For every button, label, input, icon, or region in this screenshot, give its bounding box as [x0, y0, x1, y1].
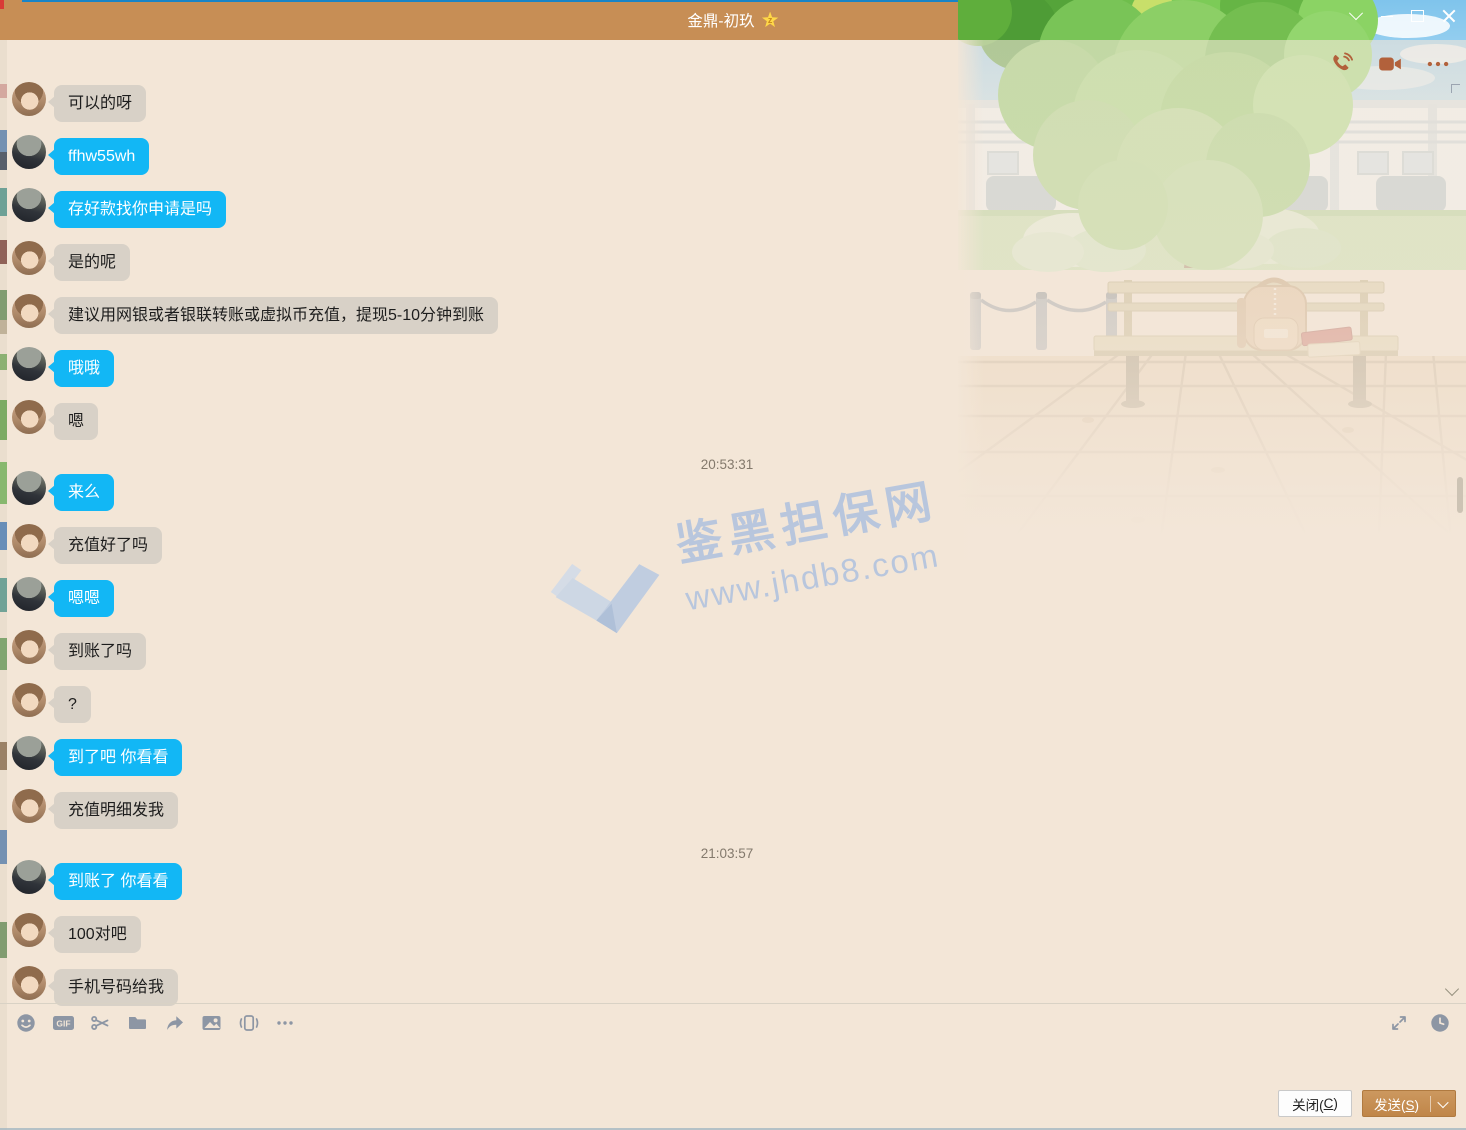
window-behind-corner: [0, 0, 4, 9]
message-bubble[interactable]: 存好款找你申请是吗: [54, 191, 226, 228]
panel-collapse-icon[interactable]: [1451, 84, 1460, 93]
window-controls: [1340, 2, 1464, 30]
message-bubble[interactable]: 嗯: [54, 403, 98, 440]
emoji-icon[interactable]: [14, 1011, 38, 1035]
message-row: 嗯嗯: [12, 580, 1442, 617]
message-row: 是的呢: [12, 244, 1442, 281]
message-row: 建议用网银或者银联转账或虚拟币充值，提现5-10分钟到账: [12, 297, 1442, 334]
window-title: 金鼎-初玖: [687, 9, 754, 31]
message-bubble[interactable]: 是的呢: [54, 244, 130, 281]
message-bubble[interactable]: 手机号码给我: [54, 969, 178, 1006]
scrollbar-thumb[interactable]: [1457, 477, 1463, 513]
chat-history-clock-icon[interactable]: [1428, 1011, 1452, 1035]
message-row: ?: [12, 686, 1442, 723]
send-label-suffix: ): [1415, 1098, 1420, 1113]
message-bubble[interactable]: 100对吧: [54, 916, 141, 953]
send-options-chevron[interactable]: [1431, 1100, 1455, 1108]
message-row: 可以的呀: [12, 85, 1442, 122]
message-row: 存好款找你申请是吗: [12, 191, 1442, 228]
avatar-female[interactable]: [12, 630, 46, 664]
input-toolbar: GIF: [0, 1006, 1466, 1040]
avatar-female[interactable]: [12, 789, 46, 823]
close-chat-button[interactable]: 关闭(C): [1278, 1090, 1352, 1117]
close-label-suffix: ): [1333, 1096, 1338, 1111]
collapse-chevron-button[interactable]: [1340, 2, 1371, 30]
image-icon[interactable]: [199, 1011, 223, 1035]
video-call-icon[interactable]: [1376, 50, 1404, 78]
forward-icon[interactable]: [162, 1011, 186, 1035]
close-button[interactable]: [1433, 2, 1464, 30]
message-row: 嗯: [12, 403, 1442, 440]
message-bubble[interactable]: 到账了吗: [54, 633, 146, 670]
more-icon[interactable]: [273, 1011, 297, 1035]
message-bubble[interactable]: 到了吧 你看看: [54, 739, 182, 776]
message-bubble[interactable]: 嗯嗯: [54, 580, 114, 617]
vip-star-icon: z: [762, 12, 779, 29]
more-actions-icon[interactable]: [1424, 50, 1452, 78]
window-behind-edge: [22, 0, 958, 2]
message-row: 充值好了吗: [12, 527, 1442, 564]
avatar-male[interactable]: [12, 135, 46, 169]
message-bubble[interactable]: ?: [54, 686, 91, 723]
timestamp: 20:53:31: [12, 456, 1442, 474]
scroll-down-icon[interactable]: [1445, 982, 1459, 996]
avatar-female[interactable]: [12, 966, 46, 1000]
message-row: 哦哦: [12, 350, 1442, 387]
message-row: 充值明细发我: [12, 792, 1442, 829]
message-bubble[interactable]: 可以的呀: [54, 85, 146, 122]
message-bubble[interactable]: 充值明细发我: [54, 792, 178, 829]
send-label: 发送(: [1374, 1098, 1406, 1113]
message-row: 到了吧 你看看: [12, 739, 1442, 776]
message-bubble[interactable]: 来么: [54, 474, 114, 511]
message-row: ffhw55wh: [12, 138, 1442, 175]
message-list: 可以的呀 ffhw55wh 存好款找你申请是吗 是的呢 建议用网银或者银联转账或…: [12, 85, 1442, 1022]
avatar-female[interactable]: [12, 241, 46, 275]
send-hotkey: S: [1405, 1098, 1414, 1113]
message-row: 到账了吗: [12, 633, 1442, 670]
chat-header-actions: [1328, 50, 1452, 78]
message-bubble[interactable]: 到账了 你看看: [54, 863, 182, 900]
avatar-male[interactable]: [12, 736, 46, 770]
avatar-male[interactable]: [12, 577, 46, 611]
maximize-button[interactable]: [1402, 2, 1433, 30]
message-bubble[interactable]: 哦哦: [54, 350, 114, 387]
message-bubble[interactable]: 充值好了吗: [54, 527, 162, 564]
file-folder-icon[interactable]: [125, 1011, 149, 1035]
close-label: 关闭(: [1292, 1094, 1324, 1114]
avatar-female[interactable]: [12, 913, 46, 947]
avatar-male[interactable]: [12, 188, 46, 222]
avatar-male[interactable]: [12, 347, 46, 381]
window-behind-sliver: [0, 2, 7, 1130]
close-hotkey: C: [1324, 1096, 1334, 1111]
timestamp: 21:03:57: [12, 845, 1442, 863]
avatar-male[interactable]: [12, 471, 46, 505]
message-input-area[interactable]: [0, 1041, 1466, 1085]
avatar-female[interactable]: [12, 683, 46, 717]
minimize-button[interactable]: [1371, 2, 1402, 30]
toolbar-divider: [0, 1003, 1466, 1004]
send-button[interactable]: 发送(S): [1362, 1090, 1456, 1117]
avatar-female[interactable]: [12, 294, 46, 328]
voice-call-icon[interactable]: [1328, 50, 1356, 78]
title-wrap: 金鼎-初玖 z: [0, 0, 1466, 40]
svg-text:GIF: GIF: [56, 1019, 70, 1029]
message-bubble[interactable]: ffhw55wh: [54, 138, 149, 175]
avatar-female[interactable]: [12, 82, 46, 116]
screenshot-scissors-icon[interactable]: [88, 1011, 112, 1035]
avatar-female[interactable]: [12, 400, 46, 434]
chat-window: 金鼎-初玖 z 可以的呀: [0, 0, 1466, 1130]
message-bubble[interactable]: 建议用网银或者银联转账或虚拟币充值，提现5-10分钟到账: [54, 297, 498, 334]
window-shake-icon[interactable]: [236, 1011, 260, 1035]
message-row: 手机号码给我: [12, 969, 1442, 1006]
gif-icon[interactable]: GIF: [51, 1011, 75, 1035]
expand-icon[interactable]: [1387, 1011, 1411, 1035]
message-row: 100对吧: [12, 916, 1442, 953]
avatar-male[interactable]: [12, 860, 46, 894]
message-row: 到账了 你看看: [12, 863, 1442, 900]
avatar-female[interactable]: [12, 524, 46, 558]
message-row: 来么: [12, 474, 1442, 511]
